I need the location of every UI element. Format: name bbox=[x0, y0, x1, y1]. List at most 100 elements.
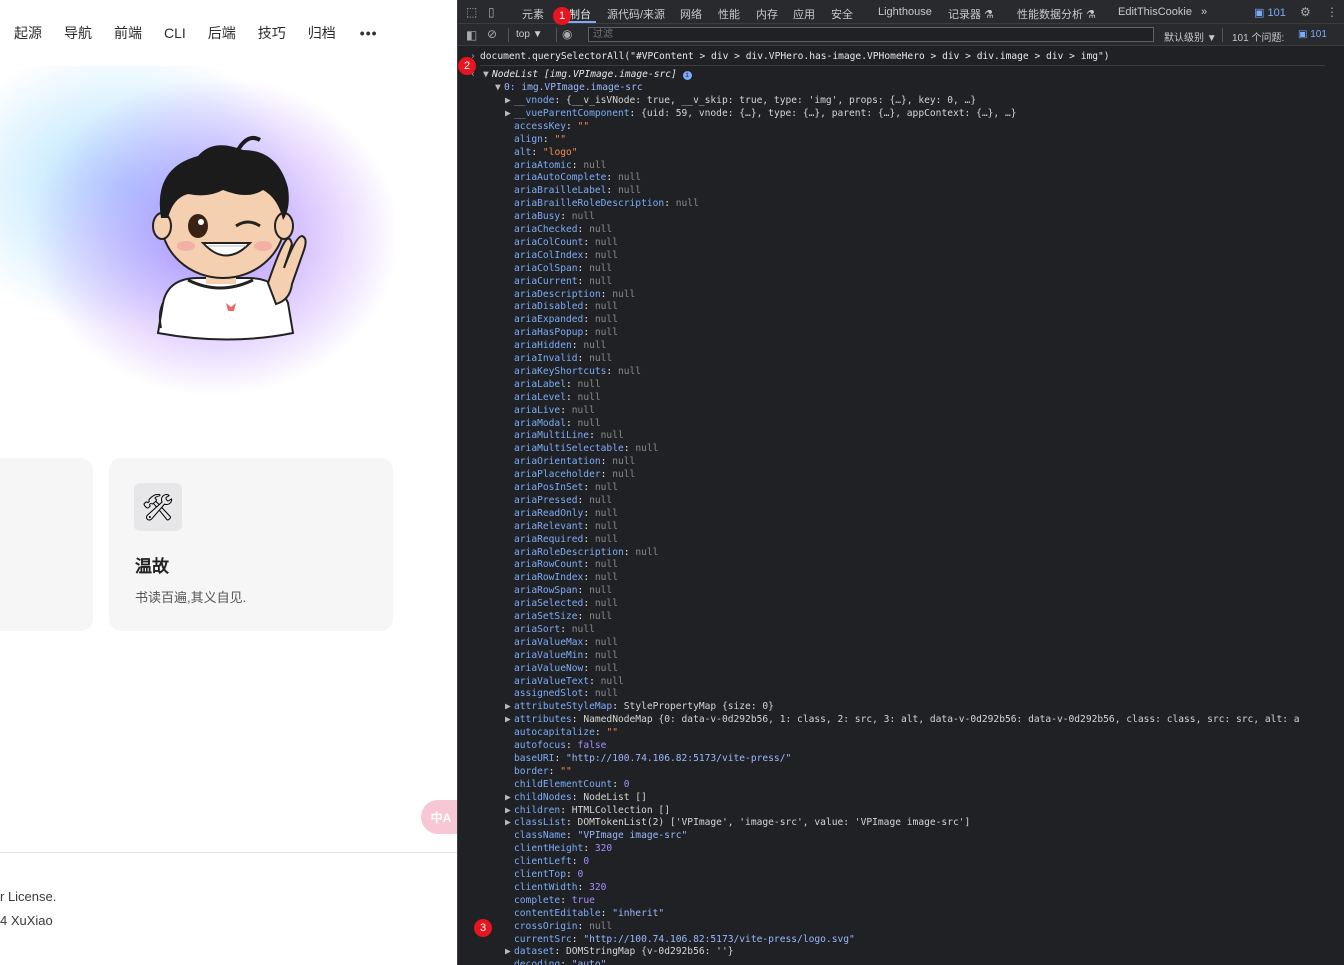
expand-triangle-icon[interactable]: ▶ bbox=[505, 108, 514, 121]
issues-label[interactable]: 101 个问题: bbox=[1232, 29, 1284, 44]
property-row[interactable]: ▶ classList: DOMTokenList(2) ['VPImage', … bbox=[505, 817, 970, 830]
property-key: ariaBrailleLabel bbox=[514, 185, 607, 197]
feature-card-partial[interactable] bbox=[0, 458, 93, 631]
tab-memory[interactable]: 内存 bbox=[756, 6, 778, 22]
property-key: ariaAtomic bbox=[514, 159, 572, 171]
property-row: ariaHasPopup: null bbox=[505, 327, 618, 340]
property-value: null bbox=[589, 275, 613, 287]
nav-item-origin[interactable]: 起源 bbox=[14, 23, 42, 43]
property-key: ariaBusy bbox=[514, 211, 561, 223]
inspect-element-icon[interactable]: ⬚ bbox=[466, 5, 477, 19]
tools-icon: 🛠 bbox=[134, 483, 182, 531]
tab-network[interactable]: 网络 bbox=[680, 6, 702, 22]
property-key: ariaDisabled bbox=[514, 301, 584, 313]
property-colon: : bbox=[600, 288, 613, 300]
devtools-panel: ⬚ ▯ 元素 控制台 源代码/来源 网络 性能 内存 应用 安全 Lightho… bbox=[457, 0, 1344, 965]
nav-item-navigation[interactable]: 导航 bbox=[64, 23, 92, 43]
property-key: ariaChecked bbox=[514, 224, 578, 235]
property-value: null bbox=[594, 314, 618, 326]
property-row[interactable]: ▶ children: HTMLCollection [] bbox=[505, 805, 670, 818]
log-level-dropdown[interactable]: 默认级别 ▼ bbox=[1164, 29, 1217, 44]
property-row: ariaOrientation: null bbox=[505, 456, 635, 469]
nav-item-tips[interactable]: 技巧 bbox=[258, 23, 286, 43]
tab-elements[interactable]: 元素 bbox=[522, 6, 544, 22]
nav-item-backend[interactable]: 后端 bbox=[208, 23, 236, 43]
property-row[interactable]: ▶ __vnode: {__v_isVNode: true, __v_skip: … bbox=[505, 95, 976, 108]
property-value: StylePropertyMap {size: 0} bbox=[623, 701, 774, 713]
nav-item-cli[interactable]: CLI bbox=[164, 25, 186, 41]
more-menu-icon[interactable]: ••• bbox=[360, 25, 378, 41]
property-row: decoding: "auto" bbox=[505, 959, 606, 965]
device-toolbar-icon[interactable]: ▯ bbox=[488, 5, 495, 19]
nav-item-archive[interactable]: 归档 bbox=[308, 23, 336, 43]
annotation-badge-2: 2 bbox=[458, 57, 476, 75]
nodelist-result[interactable]: ▼ NodeList [img.VPImage.image-src] i bbox=[483, 69, 692, 82]
tab-performance-insights[interactable]: 性能数据分析 ⚗ bbox=[1017, 6, 1096, 22]
property-row: ariaExpanded: null bbox=[505, 314, 618, 327]
property-row: ariaRoleDescription: null bbox=[505, 547, 658, 560]
expand-triangle-icon[interactable]: ▶ bbox=[505, 805, 514, 818]
context-selector[interactable]: top ▼ bbox=[516, 29, 543, 40]
top-navbar: 起源 导航 前端 CLI 后端 技巧 归档 ••• bbox=[0, 0, 457, 66]
property-row[interactable]: ▶ dataset: DOMStringMap {v-0d292b56: ''} bbox=[505, 946, 734, 959]
issues-count-badge[interactable]: ▣ 101 bbox=[1254, 6, 1286, 19]
property-key: ariaCurrent bbox=[514, 275, 578, 287]
nav-item-frontend[interactable]: 前端 bbox=[114, 23, 142, 43]
property-value: DOMTokenList(2) ['VPImage', 'image-src',… bbox=[577, 817, 971, 829]
property-row: ariaColCount: null bbox=[505, 237, 618, 250]
property-colon: : bbox=[560, 404, 572, 416]
clear-console-icon[interactable]: ⊘ bbox=[487, 27, 497, 41]
tab-security[interactable]: 安全 bbox=[831, 6, 853, 22]
expand-triangle-icon[interactable]: ▶ bbox=[505, 95, 514, 108]
property-colon: : bbox=[571, 933, 584, 945]
property-value: NodeList [] bbox=[583, 791, 647, 803]
tab-lighthouse[interactable]: Lighthouse bbox=[878, 6, 932, 18]
property-row: ariaRowCount: null bbox=[505, 559, 618, 572]
tab-recorder[interactable]: 记录器 ⚗ bbox=[948, 6, 994, 22]
expand-triangle-icon[interactable]: ▶ bbox=[505, 946, 514, 959]
property-value: null bbox=[583, 159, 607, 171]
more-tabs-icon[interactable]: » bbox=[1201, 6, 1207, 18]
console-command[interactable]: document.querySelectorAll("#VPContent > … bbox=[480, 51, 1110, 64]
property-row: ariaAtomic: null bbox=[505, 160, 606, 173]
tab-application[interactable]: 应用 bbox=[793, 6, 815, 22]
translate-button[interactable]: 中A bbox=[421, 800, 457, 834]
settings-gear-icon[interactable]: ⚙ bbox=[1300, 5, 1311, 19]
nodelist-item-0[interactable]: ▼ 0: img.VPImage.image-src bbox=[495, 82, 643, 95]
property-row[interactable]: ▶ childNodes: NodeList [] bbox=[505, 792, 647, 805]
expand-triangle-icon[interactable]: ▶ bbox=[505, 714, 514, 727]
tab-sources[interactable]: 源代码/来源 bbox=[607, 6, 665, 22]
live-expression-eye-icon[interactable]: ◉ bbox=[562, 27, 572, 41]
property-row: ariaInvalid: null bbox=[505, 353, 612, 366]
tab-performance[interactable]: 性能 bbox=[718, 6, 740, 22]
property-colon: : bbox=[600, 907, 613, 919]
property-value: {uid: 59, vnode: {…}, type: {…}, parent:… bbox=[641, 107, 1017, 119]
property-row[interactable]: ▶ attributes: NamedNodeMap {0: data-v-0d2… bbox=[505, 714, 1300, 727]
property-row[interactable]: ▶ __vueParentComponent: {uid: 59, vnode: … bbox=[505, 108, 1017, 121]
sidebar-toggle-icon[interactable]: ◧ bbox=[466, 28, 477, 42]
property-value: null bbox=[589, 920, 613, 932]
expand-triangle-icon[interactable]: ▶ bbox=[505, 817, 514, 830]
property-value: null bbox=[617, 185, 642, 197]
property-row: ariaValueText: null bbox=[505, 676, 624, 689]
property-colon: : bbox=[577, 611, 590, 622]
expand-triangle-icon[interactable]: ▶ bbox=[505, 701, 514, 714]
property-value: null bbox=[594, 533, 618, 545]
kebab-menu-icon[interactable]: ⋮ bbox=[1326, 5, 1338, 19]
property-value: null bbox=[594, 636, 618, 648]
property-value: null bbox=[577, 391, 601, 403]
property-row: ariaMultiLine: null bbox=[505, 430, 624, 443]
tab-editthiscookie[interactable]: EditThisCookie bbox=[1118, 6, 1192, 18]
property-row[interactable]: ▶ attributeStyleMap: StylePropertyMap {si… bbox=[505, 701, 774, 714]
property-key: ariaInvalid bbox=[514, 353, 578, 364]
issues-link[interactable]: ▣ 101 bbox=[1298, 29, 1327, 40]
property-key: ariaSelected bbox=[514, 598, 584, 610]
console-filter-input[interactable] bbox=[588, 27, 1154, 42]
expand-triangle-icon[interactable]: ▶ bbox=[505, 792, 514, 805]
feature-card[interactable]: 🛠 温故 书读百遍,其义自见. bbox=[109, 458, 393, 631]
property-colon: : bbox=[583, 649, 595, 661]
property-value: true bbox=[571, 894, 595, 906]
property-row: ariaDisabled: null bbox=[505, 301, 618, 314]
property-key: ariaMultiSelectable bbox=[514, 443, 624, 455]
property-colon: : bbox=[577, 262, 590, 274]
